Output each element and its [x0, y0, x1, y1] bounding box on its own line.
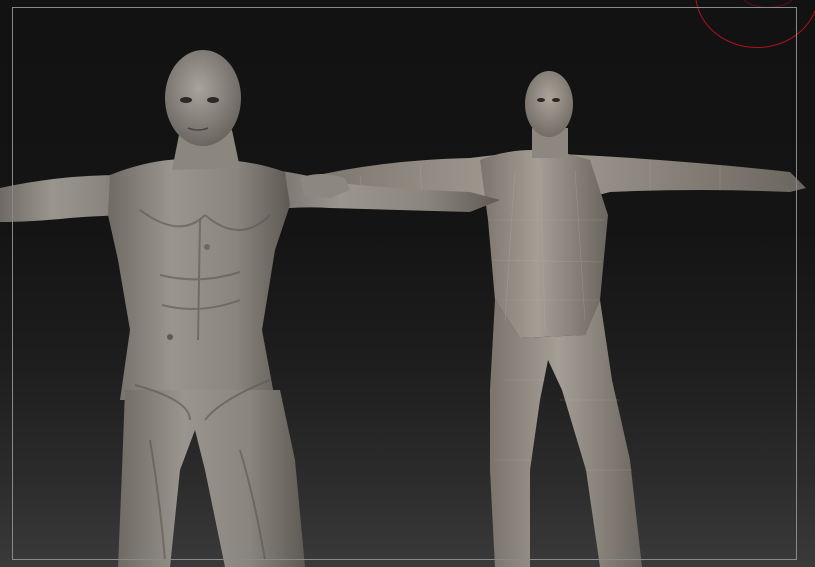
low-poly-legs: [490, 300, 642, 567]
3d-viewport[interactable]: [0, 0, 815, 567]
sculpted-legs: [118, 390, 305, 567]
scene-canvas[interactable]: [0, 0, 815, 567]
low-poly-eye-left: [537, 98, 545, 102]
sculpted-eye-left: [180, 97, 192, 103]
sculpted-eye-right: [207, 97, 219, 103]
low-poly-eye-right: [552, 98, 560, 102]
low-poly-head: [525, 71, 573, 137]
sculpted-navel: [167, 334, 173, 340]
low-poly-figure[interactable]: [305, 71, 806, 567]
sculpted-figure[interactable]: [0, 50, 500, 567]
sculpted-nipple: [204, 244, 210, 250]
sculpted-head: [165, 50, 241, 146]
